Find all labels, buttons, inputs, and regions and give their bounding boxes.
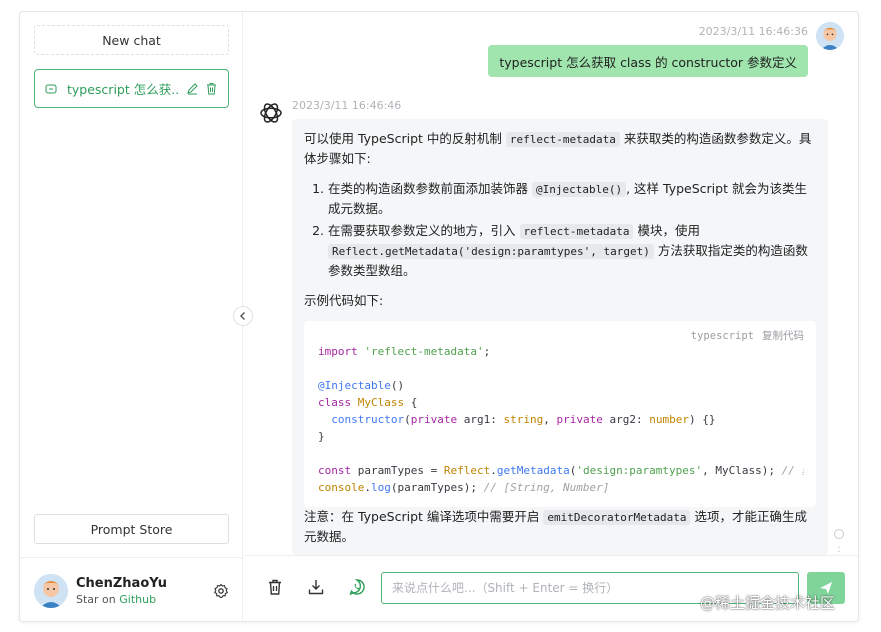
chevron-left-icon [240, 312, 245, 320]
watermark: @稀土掘金技术社区 [700, 594, 836, 612]
step-1-text: 在类的构造函数参数前面添加装饰器 [328, 181, 529, 196]
user-message-avatar [816, 22, 844, 50]
sidebar: New chat typescript 怎么获... Prompt Store … [20, 12, 243, 621]
code-token: constructor [331, 413, 405, 426]
prompt-store-button[interactable]: Prompt Store [34, 514, 229, 544]
bot-message-bubble: 可以使用 TypeScript 中的反射机制 reflect-metadata … [292, 119, 828, 555]
message-icon [45, 84, 57, 93]
list-item: 在需要获取参数定义的地方，引入 reflect-metadata 模块，使用 R… [328, 221, 816, 280]
code-token: MyClass [357, 396, 405, 409]
edit-icon[interactable] [186, 82, 199, 95]
bot-message-time: 2023/3/11 16:46:46 [292, 99, 402, 112]
example-label: 示例代码如下: [304, 293, 384, 308]
chat-history-label: typescript 怎么获... [67, 82, 180, 97]
note-text: 注意：在 TypeScript 编译选项中需要开启 [304, 509, 540, 524]
code-token: ( [404, 413, 411, 426]
code-token: arg1: [463, 413, 497, 426]
code-line: const paramTypes = Reflect.getMetadata('… [318, 462, 804, 479]
code-token: () [390, 379, 405, 392]
code-block: typescript 复制代码 import 'reflect-metadata'… [304, 321, 816, 507]
code-token: private [556, 413, 603, 426]
code-line: console.log(paramTypes); // [String, Num… [318, 479, 804, 496]
code-line: class MyClass { [318, 394, 804, 411]
code-token: private [410, 413, 458, 426]
code-token: ; [483, 345, 491, 358]
code-token: string [503, 413, 544, 426]
code-token: console [318, 481, 365, 494]
code-token: paramTypes = [357, 464, 438, 477]
new-chat-button[interactable]: New chat [34, 25, 229, 55]
bot-intro-text: 可以使用 TypeScript 中的反射机制 [304, 131, 502, 146]
code-line: import 'reflect-metadata'; [318, 343, 804, 360]
code-token: getMetadata [496, 464, 570, 477]
code-token: (paramTypes); [390, 481, 477, 494]
inline-code: reflect-metadata [505, 132, 620, 147]
bot-note: 注意：在 TypeScript 编译选项中需要开启 emitDecoratorM… [304, 507, 816, 546]
code-token: ) {} [688, 413, 716, 426]
avatar [34, 573, 68, 608]
code-token: class [318, 396, 352, 409]
code-line: constructor(private arg1: string, privat… [318, 411, 804, 428]
collapse-sidebar-button[interactable] [233, 306, 253, 326]
code-token: Reflect [443, 464, 491, 477]
chatgpt-logo-icon [260, 103, 282, 123]
list-item: 在类的构造函数参数前面添加装饰器 @Injectable(), 这样 TypeS… [328, 179, 816, 218]
code-token: number [649, 413, 689, 426]
code-token: arg2: [609, 413, 643, 426]
code-language: typescript [690, 330, 754, 342]
chat-main: 2023/3/11 16:46:36 ··· typescript 怎么获取 c… [244, 12, 858, 621]
code-token: , [543, 413, 550, 426]
copy-code-button[interactable]: 复制代码 [762, 330, 804, 342]
user-subtitle: Star on Github [76, 593, 213, 606]
status-circle-icon [834, 529, 844, 539]
download-icon[interactable] [307, 578, 325, 596]
inline-code: @Injectable() [532, 182, 627, 197]
code-token: { [410, 396, 418, 409]
user-message-time: 2023/3/11 16:46:36 [698, 25, 808, 38]
inline-code: reflect-metadata [519, 224, 634, 239]
inline-code: Reflect.getMetadata('design:paramtypes',… [328, 244, 654, 259]
code-token: 'reflect-metadata' [364, 345, 484, 358]
code-token: const [318, 464, 352, 477]
trash-icon[interactable] [266, 578, 284, 596]
star-prefix: Star on [76, 592, 116, 606]
code-token: , MyClass); [702, 464, 776, 477]
steps-list: 在类的构造函数参数前面添加装饰器 @Injectable(), 这样 TypeS… [316, 179, 816, 280]
inline-code: emitDecoratorMetadata [543, 510, 691, 525]
code-line: @Injectable() [318, 377, 804, 394]
code-line: } [318, 428, 804, 445]
step-2-text-2: 模块，使用 [637, 223, 700, 238]
chat-history-item[interactable]: typescript 怎么获... [34, 69, 229, 108]
whatsapp-icon[interactable] [348, 578, 366, 596]
code-token: // [String, Number] [483, 481, 610, 494]
bot-intro: 可以使用 TypeScript 中的反射机制 reflect-metadata … [304, 129, 816, 168]
code-token: } [318, 430, 325, 443]
app-window: New chat typescript 怎么获... Prompt Store … [19, 11, 859, 622]
code-header: typescript 复制代码 [318, 327, 804, 343]
delete-icon[interactable] [205, 82, 218, 95]
gear-icon[interactable] [213, 583, 229, 599]
code-token: log [370, 481, 391, 494]
user-name: ChenZhaoYu [76, 575, 167, 591]
code-token: // 获取 My [781, 464, 804, 477]
code-token: . [490, 464, 497, 477]
user-profile: ChenZhaoYu Star on Github [20, 557, 243, 621]
code-token: . [364, 481, 371, 494]
code-token: @Injectable [318, 379, 391, 392]
step-2-text: 在需要获取参数定义的地方，引入 [328, 223, 516, 238]
code-token: 'design:paramtypes' [576, 464, 703, 477]
code-token: import [318, 345, 358, 358]
github-link[interactable]: Github [119, 593, 156, 606]
user-message-bubble: typescript 怎么获取 class 的 constructor 参数定义 [488, 45, 808, 77]
